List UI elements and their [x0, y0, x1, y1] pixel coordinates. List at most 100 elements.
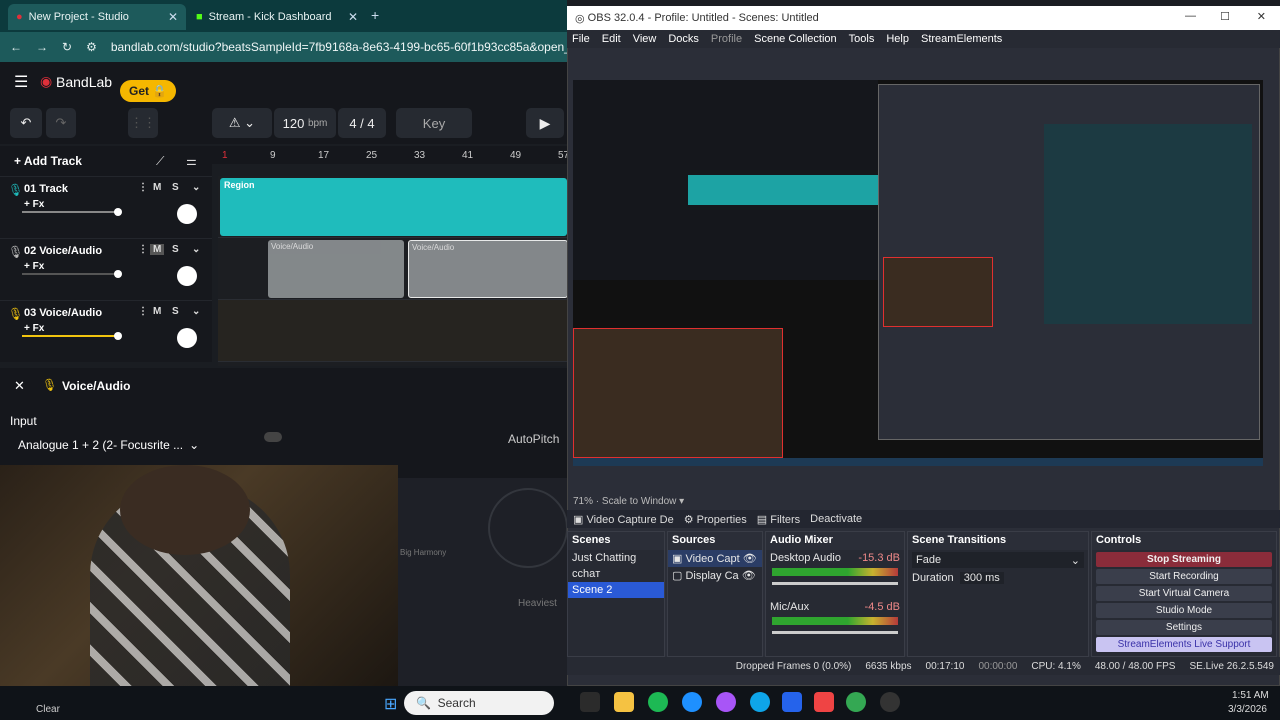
time-signature[interactable]: 4 / 4	[338, 108, 386, 138]
new-tab-icon[interactable]: +	[371, 7, 379, 23]
scene-item[interactable]: cchaт	[568, 566, 664, 582]
start-virtual-camera-button[interactable]: Start Virtual Camera	[1096, 586, 1272, 601]
menu-scene-collection[interactable]: Scene Collection	[754, 33, 837, 45]
redo-button[interactable]: ↷	[46, 108, 76, 138]
spotify-icon[interactable]	[648, 692, 668, 712]
timeline-ruler[interactable]: 1 9 17 25 33 41 49 57	[212, 146, 569, 164]
close-icon[interactable]: ✕	[348, 10, 358, 24]
chevron-down-icon[interactable]: ⌄	[192, 244, 200, 255]
solo-button[interactable]: S	[172, 182, 179, 193]
forward-icon[interactable]: →	[36, 40, 48, 54]
track-row[interactable]: 🎙 01 Track + Fx ⋮ M S ⌄	[0, 176, 212, 238]
bpm-field[interactable]: 120 bpm	[274, 108, 336, 138]
mute-button[interactable]: M	[153, 306, 161, 317]
monitor-toggle[interactable]	[264, 432, 282, 442]
properties-button[interactable]: ⚙ Properties	[684, 513, 747, 526]
metronome-button[interactable]: ⚠ ⌄	[212, 108, 272, 138]
volume-slider[interactable]	[22, 208, 122, 216]
pan-knob[interactable]	[177, 328, 197, 348]
audio-clip[interactable]: Voice/Audio	[268, 240, 404, 298]
pan-knob[interactable]	[177, 204, 197, 224]
effect-dial[interactable]	[488, 488, 568, 568]
play-button[interactable]: ▶	[526, 108, 564, 138]
app-icon[interactable]	[814, 692, 834, 712]
menu-profile[interactable]: Profile	[711, 33, 742, 45]
deactivate-button[interactable]: Deactivate	[810, 513, 862, 525]
edge-icon[interactable]	[750, 692, 770, 712]
close-icon[interactable]: ✕	[14, 378, 25, 394]
track-menu-icon[interactable]: ⋮	[138, 182, 148, 193]
store-icon[interactable]	[782, 692, 802, 712]
tracks-settings-icon[interactable]: ⚌	[186, 154, 197, 168]
chrome-icon[interactable]	[846, 692, 866, 712]
streamelements-support-button[interactable]: StreamElements Live Support	[1096, 637, 1272, 652]
menu-tools[interactable]: Tools	[849, 33, 875, 45]
volume-slider[interactable]	[22, 332, 122, 340]
tab-kick[interactable]: ■ Stream - Kick Dashboard ✕	[188, 4, 366, 30]
start-recording-button[interactable]: Start Recording	[1096, 569, 1272, 584]
get-button[interactable]: Get 🔒	[120, 80, 177, 102]
mixer-icon[interactable]: ⋮⋮	[128, 108, 158, 138]
menu-streamelements[interactable]: StreamElements	[921, 33, 1002, 45]
chevron-down-icon[interactable]: ⌄	[192, 306, 200, 317]
solo-button[interactable]: S	[172, 244, 179, 255]
volume-slider[interactable]	[772, 631, 898, 634]
fx-button[interactable]: + Fx	[24, 323, 44, 334]
automation-icon[interactable]: ⟋	[156, 154, 164, 169]
menu-view[interactable]: View	[633, 33, 657, 45]
input-select[interactable]: Analogue 1 + 2 (2- Focusrite ... ⌄	[10, 434, 200, 456]
start-icon[interactable]: ⊞	[384, 694, 397, 714]
transition-select[interactable]: Fade ⌄	[912, 552, 1084, 568]
taskbar-search[interactable]: 🔍 Search	[404, 691, 554, 715]
close-icon[interactable]: ✕	[1257, 10, 1266, 23]
scale-mode[interactable]: Scale to Window	[602, 496, 676, 507]
pan-knob[interactable]	[177, 266, 197, 286]
add-track-button[interactable]: + Add Track	[14, 154, 82, 168]
back-icon[interactable]: ←	[10, 40, 22, 54]
app-icon[interactable]	[682, 692, 702, 712]
filters-button[interactable]: ▤ Filters	[757, 513, 800, 526]
audio-region[interactable]: Region	[220, 178, 567, 236]
mic-icon: 🎙	[8, 307, 24, 321]
chevron-down-icon[interactable]: ⌄	[192, 182, 200, 193]
track-row[interactable]: 🎙 03 Voice/Audio + Fx ⋮ M S ⌄	[0, 300, 212, 362]
menu-icon[interactable]: ☰	[14, 72, 28, 92]
menu-file[interactable]: File	[572, 33, 590, 45]
stop-streaming-button[interactable]: Stop Streaming	[1096, 552, 1272, 567]
close-icon[interactable]: ✕	[168, 10, 178, 24]
key-button[interactable]: Key	[396, 108, 472, 138]
source-item[interactable]: ▣ Video Capt 👁	[668, 550, 762, 567]
volume-slider[interactable]	[22, 270, 122, 278]
solo-button[interactable]: S	[172, 306, 179, 317]
mute-button[interactable]: M	[153, 182, 161, 193]
undo-button[interactable]: ↶	[10, 108, 42, 138]
source-item[interactable]: ▢ Display Ca 👁	[668, 567, 762, 584]
app-icon[interactable]	[716, 692, 736, 712]
track-row[interactable]: 🎙 02 Voice/Audio + Fx ⋮ M S ⌄	[0, 238, 212, 300]
duration-input[interactable]: 300 ms	[959, 572, 1004, 584]
obs-icon[interactable]	[880, 692, 900, 712]
menu-edit[interactable]: Edit	[602, 33, 621, 45]
fx-button[interactable]: + Fx	[24, 261, 44, 272]
studio-mode-button[interactable]: Studio Mode	[1096, 603, 1272, 618]
volume-slider[interactable]	[772, 582, 898, 585]
minimize-icon[interactable]: —	[1185, 10, 1196, 22]
folder-icon[interactable]	[614, 692, 634, 712]
menu-docks[interactable]: Docks	[668, 33, 699, 45]
audio-clip[interactable]: Voice/Audio	[408, 240, 568, 298]
settings-button[interactable]: Settings	[1096, 620, 1272, 635]
track-menu-icon[interactable]: ⋮	[138, 306, 148, 317]
tab-bandlab[interactable]: ● New Project - Studio ✕	[8, 4, 186, 30]
site-info-icon[interactable]: ⚙	[86, 40, 97, 54]
arrangement-lanes[interactable]: Region Voice/Audio Voice/Audio	[218, 176, 568, 366]
maximize-icon[interactable]: ☐	[1220, 10, 1230, 23]
fx-button[interactable]: + Fx	[24, 199, 44, 210]
mute-button[interactable]: M	[150, 244, 165, 255]
scene-item[interactable]: Just Chatting	[568, 550, 664, 566]
menu-help[interactable]: Help	[886, 33, 909, 45]
url-field[interactable]: bandlab.com/studio?beatsSampleId=7fb9168…	[111, 40, 567, 54]
taskbar-app-icon[interactable]	[580, 692, 600, 712]
track-menu-icon[interactable]: ⋮	[138, 244, 148, 255]
scene-item[interactable]: Scene 2	[568, 582, 664, 598]
reload-icon[interactable]: ↻	[62, 40, 72, 54]
